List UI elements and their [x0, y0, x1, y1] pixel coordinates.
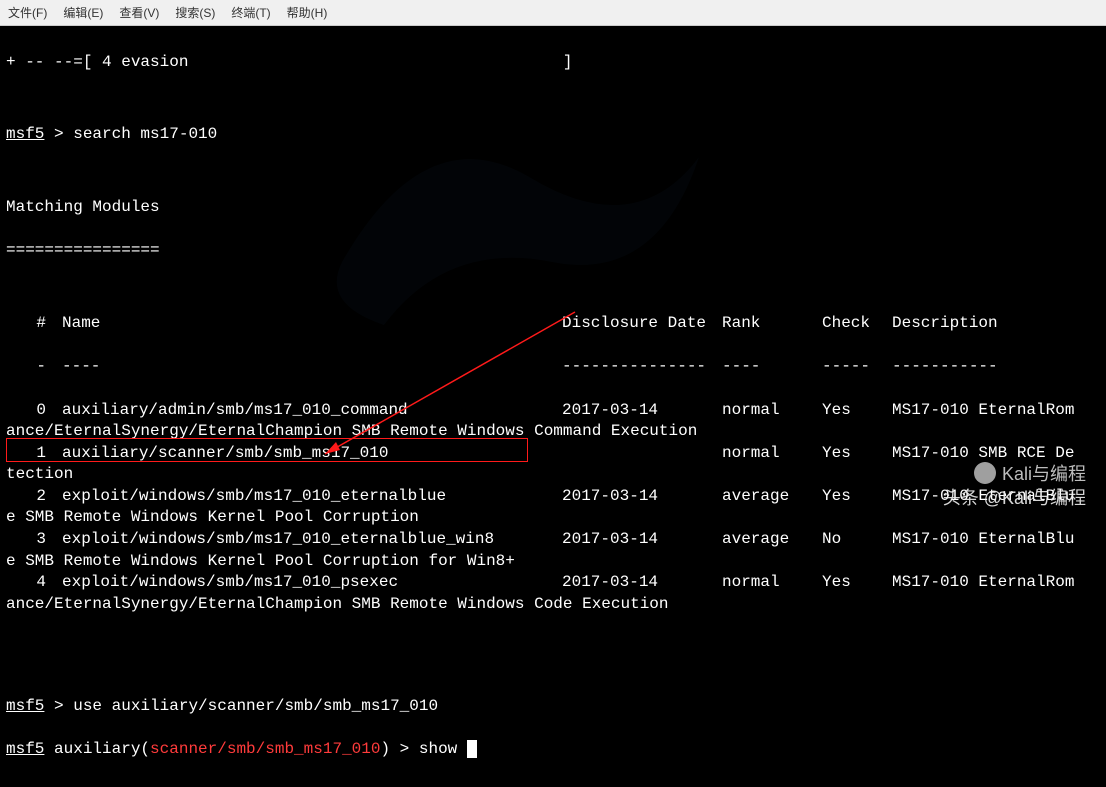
menu-help[interactable]: 帮助(H) [283, 2, 332, 23]
module-path: scanner/smb/smb_ms17_010 [150, 740, 380, 758]
row-index: 0 [6, 400, 62, 422]
row-index: 2 [6, 486, 62, 508]
prompt: msf5 [6, 125, 44, 143]
row-rank: normal [722, 400, 822, 422]
row-desc: MS17-010 EternalBlu [892, 529, 1100, 551]
row-check: Yes [822, 572, 892, 594]
row-module: exploit/windows/smb/ms17_010_psexec [62, 572, 562, 594]
table-row: 2exploit/windows/smb/ms17_010_eternalblu… [6, 486, 1100, 508]
row-check: Yes [822, 400, 892, 422]
row-rank: average [722, 486, 822, 508]
row-desc: MS17-010 EternalBlu [892, 486, 1100, 508]
col-desc: Description [892, 313, 1100, 335]
row-module: auxiliary/admin/smb/ms17_010_command [62, 400, 562, 422]
row-desc-wrap: ance/EternalSynergy/EternalChampion SMB … [6, 594, 1100, 616]
row-desc-wrap: tection [6, 464, 1100, 486]
table-row: 0auxiliary/admin/smb/ms17_010_command201… [6, 400, 1100, 422]
row-desc: MS17-010 SMB RCE De [892, 443, 1100, 465]
row-index: 4 [6, 572, 62, 594]
command-text: use auxiliary/scanner/smb/smb_ms17_010 [73, 697, 438, 715]
row-desc-wrap: e SMB Remote Windows Kernel Pool Corrupt… [6, 551, 1100, 573]
table-header-underline: - ---- --------------- ---- ----- ------… [6, 356, 1100, 378]
row-rank: average [722, 529, 822, 551]
menu-edit[interactable]: 编辑(E) [59, 2, 107, 23]
menu-search[interactable]: 搜索(S) [171, 2, 219, 23]
row-rank: normal [722, 572, 822, 594]
col-check: Check [822, 313, 892, 335]
command-line-1: msf5 > search ms17-010 [6, 124, 1100, 146]
row-check: Yes [822, 486, 892, 508]
row-rank: normal [722, 443, 822, 465]
row-desc: MS17-010 EternalRom [892, 572, 1100, 594]
col-rank: Rank [722, 313, 822, 335]
command-text: search ms17-010 [73, 125, 217, 143]
module-context: auxiliary( [54, 740, 150, 758]
row-module: auxiliary/scanner/smb/smb_ms17_010 [62, 443, 562, 465]
row-check: Yes [822, 443, 892, 465]
row-desc: MS17-010 EternalRom [892, 400, 1100, 422]
row-desc-wrap: ance/EternalSynergy/EternalChampion SMB … [6, 421, 1100, 443]
menu-terminal[interactable]: 终端(T) [227, 2, 274, 23]
table-header: # Name Disclosure Date Rank Check Descri… [6, 313, 1100, 335]
col-index: # [6, 313, 62, 335]
row-date: 2017-03-14 [562, 400, 722, 422]
menu-view[interactable]: 查看(V) [115, 2, 163, 23]
command-line-3[interactable]: msf5 auxiliary(scanner/smb/smb_ms17_010)… [6, 739, 1100, 761]
row-index: 1 [6, 443, 62, 465]
row-date: 2017-03-14 [562, 572, 722, 594]
col-date: Disclosure Date [562, 313, 722, 335]
row-check: No [822, 529, 892, 551]
menu-file[interactable]: 文件(F) [4, 2, 51, 23]
col-name: Name [62, 313, 562, 335]
row-date: 2017-03-14 [562, 486, 722, 508]
table-row: 3exploit/windows/smb/ms17_010_eternalblu… [6, 529, 1100, 551]
banner-line: + -- --=[ 4 evasion ] [6, 52, 1100, 74]
table-row: 1auxiliary/scanner/smb/smb_ms17_010 norma… [6, 443, 1100, 465]
row-date [562, 443, 722, 465]
row-module: exploit/windows/smb/ms17_010_eternalblue [62, 486, 562, 508]
row-module: exploit/windows/smb/ms17_010_eternalblue… [62, 529, 562, 551]
section-title: Matching Modules [6, 197, 1100, 219]
command-line-2: msf5 > use auxiliary/scanner/smb/smb_ms1… [6, 696, 1100, 718]
row-date: 2017-03-14 [562, 529, 722, 551]
prompt: msf5 [6, 697, 44, 715]
row-desc-wrap: e SMB Remote Windows Kernel Pool Corrupt… [6, 507, 1100, 529]
terminal[interactable]: + -- --=[ 4 evasion ] msf5 > search ms17… [0, 26, 1106, 787]
row-index: 3 [6, 529, 62, 551]
command-text: show [419, 740, 467, 758]
cursor [467, 740, 477, 758]
prompt: msf5 [6, 740, 44, 758]
table-row: 4exploit/windows/smb/ms17_010_psexec2017… [6, 572, 1100, 594]
module-context-close: ) > [380, 740, 418, 758]
menu-bar[interactable]: 文件(F) 编辑(E) 查看(V) 搜索(S) 终端(T) 帮助(H) [0, 0, 1106, 26]
section-underline: ================ [6, 240, 1100, 262]
